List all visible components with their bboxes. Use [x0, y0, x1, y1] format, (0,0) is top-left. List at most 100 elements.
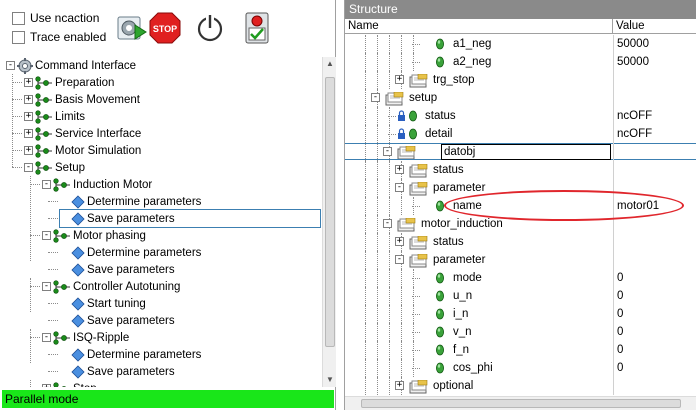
collapse-toggle-icon[interactable]: -	[42, 231, 51, 240]
expand-toggle-icon[interactable]: +	[42, 384, 51, 387]
action-diamond-icon	[71, 262, 85, 277]
tree-guide	[377, 341, 378, 359]
tree-item[interactable]: + Service Interface	[24, 125, 143, 142]
command-tree[interactable]: - Command Interface + Preparation + Basis Mov…	[2, 57, 322, 387]
collapse-toggle-icon[interactable]: -	[42, 282, 51, 291]
tree-item[interactable]: + Basis Movement	[24, 91, 142, 108]
tree-item[interactable]: Save parameters	[59, 209, 321, 228]
structure-row[interactable]: detail ncOFF	[345, 125, 696, 143]
node-group-icon	[35, 126, 53, 141]
tree-item[interactable]: Save parameters	[60, 312, 177, 329]
column-value-header[interactable]: Value	[613, 19, 696, 34]
scroll-down-icon[interactable]: ▼	[323, 373, 337, 387]
structure-row[interactable]: + status	[345, 161, 696, 179]
tree-item[interactable]: - Command Interface	[6, 57, 138, 74]
structure-row[interactable]: - setup	[345, 89, 696, 107]
structure-row[interactable]: + trg_stop	[345, 71, 696, 89]
node-group-icon	[35, 143, 53, 158]
tree-item[interactable]: - Induction Motor	[42, 176, 154, 193]
check-status-icon[interactable]	[240, 11, 274, 45]
column-name-header[interactable]: Name	[345, 19, 613, 34]
expand-toggle-icon[interactable]: +	[24, 78, 33, 87]
tree-item[interactable]: - ISQ-Ripple	[42, 329, 131, 346]
structure-row[interactable]: i_n 0	[345, 305, 696, 323]
use-ncaction-checkbox[interactable]: Use ncaction	[12, 11, 99, 25]
expand-toggle-icon[interactable]: +	[24, 95, 33, 104]
structure-row[interactable]: a1_neg 50000	[345, 35, 696, 53]
scroll-thumb[interactable]	[325, 77, 335, 347]
structure-row-value: 0	[617, 290, 624, 302]
expand-toggle-icon[interactable]: +	[395, 165, 404, 174]
tree-item-label: Controller Autotuning	[73, 280, 181, 293]
tree-guide	[401, 53, 402, 71]
structure-row[interactable]: + optional	[345, 377, 696, 395]
collapse-toggle-icon[interactable]: -	[395, 255, 404, 264]
rename-input[interactable]: datobj	[441, 144, 611, 160]
variable-leaf-icon	[435, 362, 445, 374]
collapse-toggle-icon[interactable]: -	[371, 93, 380, 102]
action-diamond-icon	[71, 194, 85, 209]
scroll-up-icon[interactable]: ▲	[323, 57, 337, 71]
tree-item[interactable]: Save parameters	[60, 261, 177, 278]
trace-enabled-box[interactable]	[12, 30, 25, 44]
tree-guide	[365, 71, 366, 89]
structure-row[interactable]: cos_phi 0	[345, 359, 696, 377]
tree-item-label: Limits	[55, 110, 86, 123]
variable-leaf-icon	[435, 344, 445, 356]
structure-row[interactable]: v_n 0	[345, 323, 696, 341]
structure-row-name: v_n	[453, 326, 472, 338]
expand-toggle-icon[interactable]: +	[395, 381, 404, 390]
collapse-toggle-icon[interactable]: -	[42, 180, 51, 189]
collapse-toggle-icon[interactable]: -	[383, 219, 392, 228]
structure-row[interactable]: + status	[345, 233, 696, 251]
power-icon[interactable]	[193, 11, 227, 45]
expand-toggle-icon[interactable]: +	[24, 146, 33, 155]
trace-enabled-checkbox[interactable]: Trace enabled	[12, 30, 106, 44]
collapse-toggle-icon[interactable]: -	[6, 61, 15, 70]
expand-toggle-icon[interactable]: +	[395, 237, 404, 246]
tree-item[interactable]: + Preparation	[24, 74, 116, 91]
structure-row[interactable]: - parameter	[345, 251, 696, 269]
tree-guide	[365, 179, 366, 197]
tree-item[interactable]: Determine parameters	[60, 244, 203, 261]
collapse-toggle-icon[interactable]: -	[42, 333, 51, 342]
tree-guide	[365, 323, 366, 341]
structure-row-name: status	[433, 236, 464, 248]
tree-item[interactable]: Determine parameters	[60, 193, 203, 210]
run-settings-icon[interactable]	[115, 11, 149, 45]
tree-guide	[365, 305, 366, 323]
expand-toggle-icon[interactable]: +	[24, 112, 33, 121]
structure-row[interactable]: a2_neg 50000	[345, 53, 696, 71]
tree-item-label: Start tuning	[87, 297, 146, 310]
expand-toggle-icon[interactable]: +	[395, 75, 404, 84]
tree-item[interactable]: + Stop	[42, 380, 99, 387]
structure-row[interactable]: status ncOFF	[345, 107, 696, 125]
tree-connector	[30, 184, 40, 185]
hscroll-thumb[interactable]	[361, 399, 681, 408]
tree-item[interactable]: + Motor Simulation	[24, 142, 143, 159]
collapse-toggle-icon[interactable]: -	[24, 163, 33, 172]
use-ncaction-box[interactable]	[12, 11, 25, 25]
stop-icon[interactable]: STOP	[148, 11, 182, 45]
action-diamond-icon	[71, 347, 85, 362]
tree-item[interactable]: - Controller Autotuning	[42, 278, 182, 295]
tree-guide	[365, 107, 366, 125]
use-ncaction-label: Use ncaction	[30, 11, 100, 25]
structure-row[interactable]: mode 0	[345, 269, 696, 287]
tree-item[interactable]: - Motor phasing	[42, 227, 148, 244]
collapse-toggle-icon[interactable]: -	[395, 183, 404, 192]
left-vertical-scrollbar[interactable]: ▲ ▼	[322, 57, 336, 387]
tree-item[interactable]: Start tuning	[60, 295, 148, 312]
structure-row[interactable]: f_n 0	[345, 341, 696, 359]
expand-toggle-icon[interactable]: +	[24, 129, 33, 138]
horizontal-scrollbar[interactable]	[345, 396, 696, 410]
variable-leaf-icon	[435, 290, 445, 302]
node-group-icon	[35, 75, 53, 90]
tree-guide	[365, 89, 366, 107]
tree-item[interactable]: Determine parameters	[60, 346, 203, 363]
tree-item[interactable]: Save parameters	[60, 363, 177, 380]
tree-item[interactable]: + Limits	[24, 108, 87, 125]
structure-row[interactable]: u_n 0	[345, 287, 696, 305]
tree-item-label: Induction Motor	[73, 178, 153, 191]
tree-item[interactable]: - Setup	[24, 159, 87, 176]
